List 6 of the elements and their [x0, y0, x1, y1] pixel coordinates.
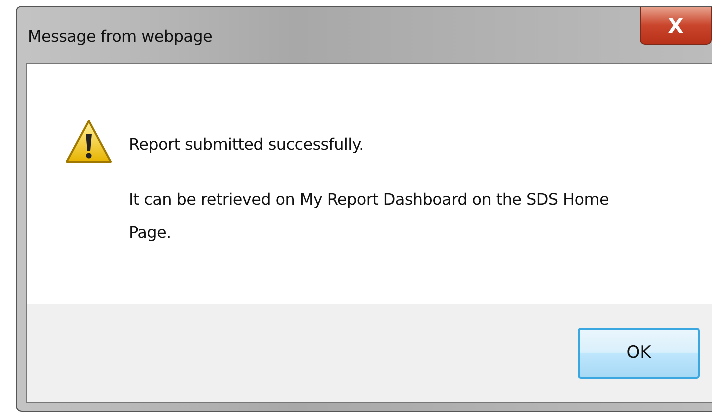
- close-button[interactable]: X: [640, 7, 712, 45]
- message-text: It can be retrieved on My Report Dashboard on the SDS Home Page.: [129, 189, 610, 244]
- message-text: Report submitted successfully.: [129, 134, 365, 156]
- warning-icon: [65, 118, 113, 166]
- ok-button[interactable]: OK: [578, 328, 700, 378]
- window-title: Message from webpage: [28, 27, 213, 46]
